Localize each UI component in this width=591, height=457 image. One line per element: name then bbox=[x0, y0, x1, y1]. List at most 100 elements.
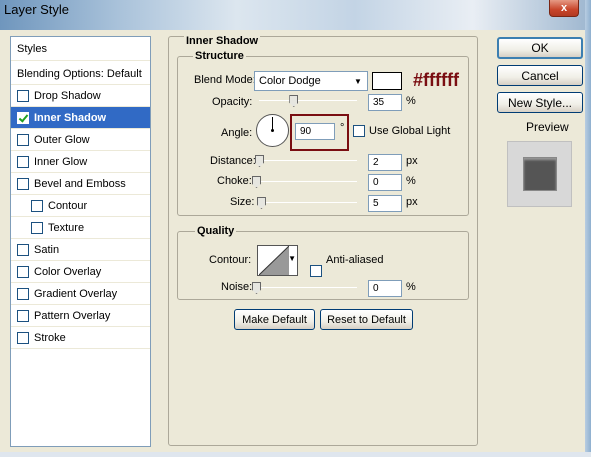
chevron-down-icon: ▼ bbox=[288, 254, 296, 263]
styles-item-label: Pattern Overlay bbox=[34, 309, 111, 322]
opacity-input[interactable]: 35 bbox=[368, 94, 402, 111]
styles-item-checkbox[interactable] bbox=[17, 111, 29, 124]
use-global-light-label: Use Global Light bbox=[369, 125, 451, 137]
cancel-button[interactable]: Cancel bbox=[497, 65, 583, 86]
styles-item-checkbox[interactable] bbox=[17, 243, 29, 256]
noise-slider-track[interactable] bbox=[257, 287, 357, 288]
style-preview bbox=[507, 141, 572, 207]
angle-input[interactable]: 90 bbox=[295, 123, 335, 140]
choke-slider-track[interactable] bbox=[257, 181, 357, 182]
styles-item-checkbox[interactable] bbox=[17, 177, 29, 190]
chevron-down-icon: ▼ bbox=[354, 76, 362, 86]
noise-input[interactable]: 0 bbox=[368, 280, 402, 297]
blend-mode-value: Color Dodge bbox=[259, 75, 321, 87]
contour-curve-icon bbox=[259, 246, 289, 275]
new-style-button[interactable]: New Style... bbox=[497, 92, 583, 113]
styles-item-satin[interactable]: Satin bbox=[11, 239, 150, 261]
styles-item-drop-shadow[interactable]: Drop Shadow bbox=[11, 85, 150, 107]
styles-header[interactable]: Styles bbox=[11, 37, 150, 61]
quality-title: Quality bbox=[195, 225, 237, 237]
close-icon: x bbox=[560, 2, 568, 14]
styles-item-label: Blending Options: Default bbox=[17, 67, 142, 80]
styles-item-checkbox[interactable] bbox=[17, 133, 29, 146]
styles-item-label: Color Overlay bbox=[34, 265, 102, 278]
structure-title: Structure bbox=[193, 50, 246, 62]
size-label: Size: bbox=[230, 196, 255, 208]
styles-item-blending-options-default[interactable]: Blending Options: Default bbox=[11, 63, 150, 85]
preview-label: Preview bbox=[526, 120, 569, 134]
styles-item-outer-glow[interactable]: Outer Glow bbox=[11, 129, 150, 151]
window-frame-right bbox=[585, 0, 591, 457]
angle-dial[interactable] bbox=[256, 114, 289, 147]
styles-item-checkbox[interactable] bbox=[17, 265, 29, 278]
contour-picker[interactable]: ▼ bbox=[257, 245, 298, 276]
styles-item-label: Bevel and Emboss bbox=[34, 177, 126, 190]
styles-item-checkbox[interactable] bbox=[17, 287, 29, 300]
opacity-value: 35 bbox=[373, 97, 385, 108]
choke-input[interactable]: 0 bbox=[368, 174, 402, 191]
anti-aliased-checkbox[interactable] bbox=[310, 265, 322, 277]
contour-label: Contour: bbox=[209, 254, 252, 266]
new-style-label: New Style... bbox=[507, 95, 573, 110]
color-annotation: #ffffff bbox=[413, 70, 459, 90]
styles-item-label: Texture bbox=[48, 221, 85, 234]
noise-value: 0 bbox=[373, 283, 379, 294]
choke-unit: % bbox=[406, 175, 416, 187]
shadow-color-swatch[interactable] bbox=[372, 72, 402, 90]
angle-label: Angle: bbox=[221, 127, 253, 139]
styles-item-checkbox[interactable] bbox=[17, 89, 29, 102]
styles-item-color-overlay[interactable]: Color Overlay bbox=[11, 261, 150, 283]
size-slider-track[interactable] bbox=[259, 202, 357, 203]
distance-value: 2 bbox=[373, 157, 379, 168]
size-value: 5 bbox=[373, 198, 379, 209]
choke-label: Choke: bbox=[217, 175, 252, 187]
styles-item-label: Drop Shadow bbox=[34, 89, 101, 102]
styles-item-texture[interactable]: Texture bbox=[11, 217, 150, 239]
styles-item-label: Contour bbox=[48, 199, 88, 212]
angle-unit: ° bbox=[340, 122, 345, 134]
close-button[interactable]: x bbox=[549, 0, 579, 17]
use-global-light-checkbox[interactable] bbox=[353, 125, 365, 137]
inner-shadow-title: Inner Shadow bbox=[184, 35, 261, 47]
styles-item-gradient-overlay[interactable]: Gradient Overlay bbox=[11, 283, 150, 305]
choke-value: 0 bbox=[373, 177, 379, 188]
make-default-button[interactable]: Make Default bbox=[234, 309, 315, 330]
anti-aliased-label: Anti-aliased bbox=[326, 254, 384, 266]
ok-label: OK bbox=[531, 41, 549, 55]
styles-item-checkbox[interactable] bbox=[17, 331, 29, 344]
window-title: Layer Style bbox=[4, 2, 70, 17]
styles-list: Styles Blending Options: Default Drop Sha… bbox=[10, 36, 151, 447]
angle-value: 90 bbox=[300, 126, 312, 137]
styles-item-checkbox[interactable] bbox=[31, 199, 43, 212]
styles-item-label: Satin bbox=[34, 243, 60, 256]
preview-thumbnail bbox=[523, 158, 556, 190]
styles-item-contour[interactable]: Contour bbox=[11, 195, 150, 217]
distance-slider-track[interactable] bbox=[259, 160, 357, 161]
blend-mode-select[interactable]: Color Dodge ▼ bbox=[254, 71, 368, 91]
styles-item-label: Inner Shadow bbox=[34, 111, 107, 124]
opacity-slider-track[interactable] bbox=[259, 100, 357, 101]
distance-label: Distance: bbox=[210, 155, 256, 167]
styles-item-inner-shadow[interactable]: Inner Shadow bbox=[11, 107, 150, 129]
styles-item-checkbox[interactable] bbox=[31, 221, 43, 234]
styles-item-stroke[interactable]: Stroke bbox=[11, 327, 150, 349]
angle-center bbox=[271, 129, 274, 132]
noise-unit: % bbox=[406, 281, 416, 293]
styles-item-bevel-and-emboss[interactable]: Bevel and Emboss bbox=[11, 173, 150, 195]
distance-unit: px bbox=[406, 155, 418, 167]
styles-header-label: Styles bbox=[17, 42, 47, 55]
size-input[interactable]: 5 bbox=[368, 195, 402, 212]
styles-item-pattern-overlay[interactable]: Pattern Overlay bbox=[11, 305, 150, 327]
styles-item-checkbox[interactable] bbox=[17, 155, 29, 168]
styles-item-inner-glow[interactable]: Inner Glow bbox=[11, 151, 150, 173]
distance-input[interactable]: 2 bbox=[368, 154, 402, 171]
reset-to-default-button[interactable]: Reset to Default bbox=[320, 309, 413, 330]
styles-item-checkbox[interactable] bbox=[17, 309, 29, 322]
ok-button[interactable]: OK bbox=[497, 37, 583, 59]
make-default-label: Make Default bbox=[242, 313, 307, 326]
cancel-label: Cancel bbox=[521, 68, 559, 83]
blend-mode-label: Blend Mode: bbox=[194, 74, 256, 86]
opacity-label: Opacity: bbox=[212, 96, 253, 108]
styles-item-label: Outer Glow bbox=[34, 133, 90, 146]
title-bar bbox=[0, 0, 591, 30]
